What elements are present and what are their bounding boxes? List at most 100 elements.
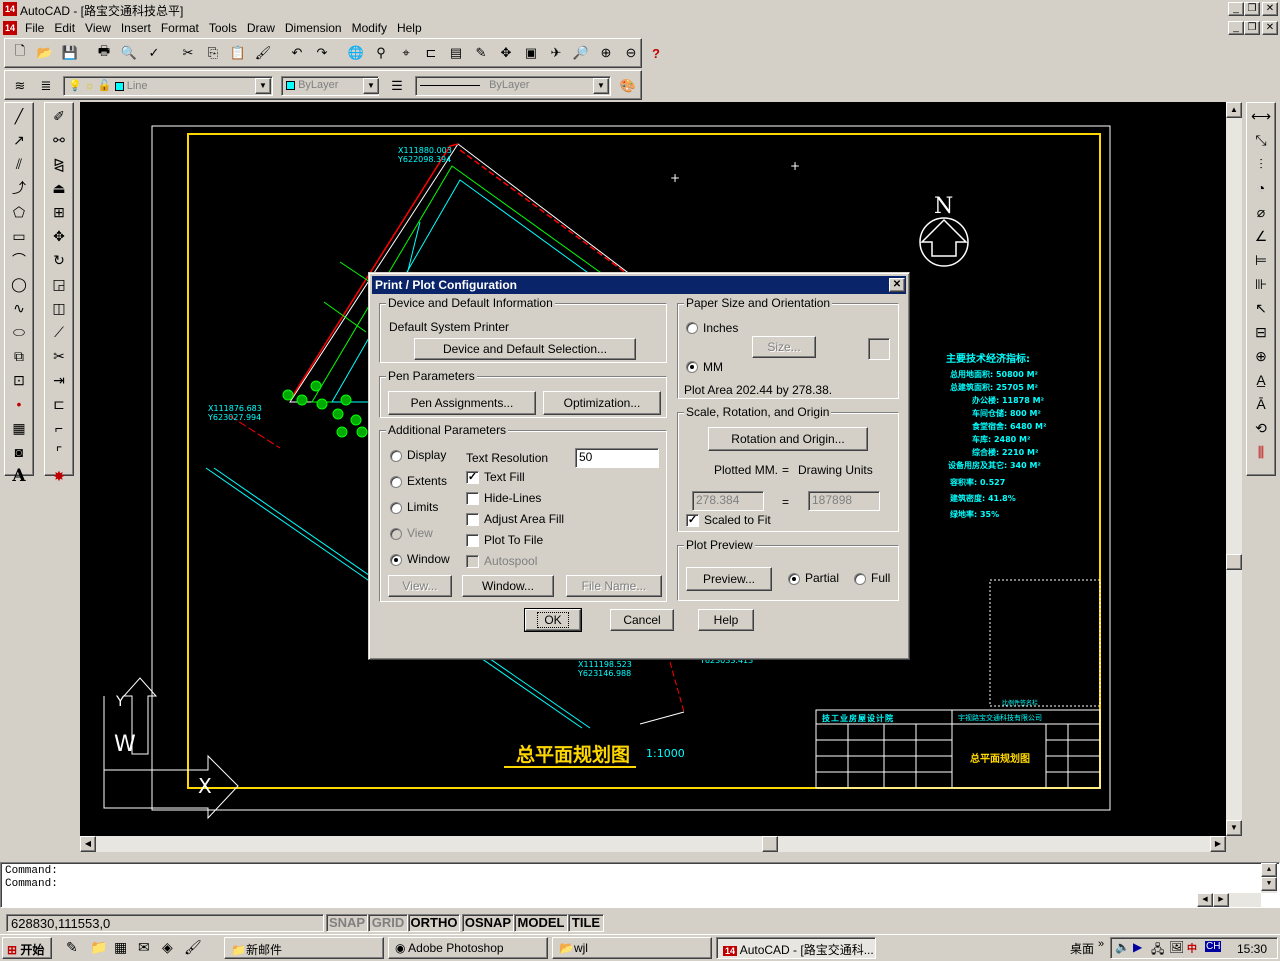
trim-icon[interactable]: ✂ (47, 344, 71, 368)
color-combo-arrow-icon[interactable]: ▼ (363, 78, 379, 94)
explorer-icon[interactable]: 📁 (90, 939, 107, 956)
rotation-origin-button[interactable]: Rotation and Origin... (708, 427, 868, 451)
explode-icon[interactable]: ✸ (47, 464, 71, 488)
menu-modify[interactable]: Modify (347, 18, 392, 38)
doc-close-icon[interactable]: ✕ (1262, 21, 1278, 35)
outlook-icon[interactable]: ✉ (138, 939, 150, 956)
dimension-update-icon[interactable]: ⟲ (1249, 416, 1273, 440)
ellipse-icon[interactable]: ⬭ (7, 320, 31, 344)
inquiry-icon[interactable]: ▤ (445, 42, 467, 64)
ucs-icon[interactable]: ⊏ (420, 42, 442, 64)
menu-format[interactable]: Format (156, 18, 204, 38)
toolbar-chevron-icon[interactable]: » (1098, 938, 1104, 950)
minimize-icon[interactable]: _ (1228, 2, 1244, 16)
fillet-icon[interactable]: ⌜ (47, 440, 71, 464)
menu-file[interactable]: File (20, 18, 49, 38)
pen-assignments-button[interactable]: Pen Assignments... (388, 391, 536, 415)
center-mark-icon[interactable]: ⊕ (1249, 344, 1273, 368)
rectangle-icon[interactable]: ▭ (7, 224, 31, 248)
desktop-icon[interactable]: ▦ (114, 939, 127, 956)
tray-app-icon[interactable]: 🖼 (1169, 940, 1184, 954)
menu-view[interactable]: View (80, 18, 116, 38)
construction-line-icon[interactable]: ↗ (7, 128, 31, 152)
erase-icon[interactable]: ✐ (47, 104, 71, 128)
circle-icon[interactable]: ◯ (7, 272, 31, 296)
layers-icon[interactable]: ≣ (35, 75, 57, 97)
radio-window[interactable] (390, 554, 402, 566)
polygon-icon[interactable]: ⬠ (7, 200, 31, 224)
check-plot-to-file[interactable] (466, 534, 479, 547)
snap-toggle[interactable]: SNAP (326, 914, 368, 932)
dimension-style-icon[interactable]: ⫼ (1249, 440, 1273, 464)
volume-icon[interactable]: 🔈 (1115, 940, 1130, 954)
continue-dimension-icon[interactable]: ⊪ (1249, 272, 1273, 296)
save-icon[interactable]: 💾 (59, 42, 81, 64)
window-button[interactable]: Window... (462, 575, 554, 597)
dialog-close-icon[interactable]: ✕ (889, 278, 905, 292)
network-icon[interactable]: 🖧 (1151, 940, 1164, 961)
osnap-toggle[interactable]: OSNAP (462, 914, 514, 932)
new-icon[interactable]: 🗋 (9, 42, 31, 64)
leader-icon[interactable]: ↖ (1249, 296, 1273, 320)
move-icon[interactable]: ✥ (47, 224, 71, 248)
linear-dimension-icon[interactable]: ⟷ (1249, 104, 1273, 128)
task-new-mail[interactable]: 📁新邮件 (224, 937, 384, 959)
menu-edit[interactable]: Edit (49, 18, 80, 38)
arc-icon[interactable]: ⌒ (7, 248, 31, 272)
text-resolution-input[interactable]: 50 (575, 448, 659, 468)
aerial-view-icon[interactable]: ✈ (545, 42, 567, 64)
dimension-text-edit-icon[interactable]: Ā (1249, 392, 1273, 416)
device-selection-button[interactable]: Device and Default Selection... (414, 338, 636, 360)
menu-draw[interactable]: Draw (242, 18, 280, 38)
scroll-up-icon[interactable]: ▲ (1226, 102, 1242, 118)
command-scrollbar[interactable]: ▲ ▼ (1261, 863, 1277, 893)
command-scroll-right-icon[interactable]: ▶ (1213, 893, 1229, 907)
language-indicator[interactable]: CH (1205, 941, 1222, 952)
redraw-icon[interactable]: ✎ (470, 42, 492, 64)
layer-combo-arrow-icon[interactable]: ▼ (255, 78, 271, 94)
task-photoshop[interactable]: ◉ Adobe Photoshop (388, 937, 548, 959)
close-icon[interactable]: ✕ (1262, 2, 1278, 16)
menu-insert[interactable]: Insert (116, 18, 156, 38)
chamfer-icon[interactable]: ⌐ (47, 416, 71, 440)
array-icon[interactable]: ⊞ (47, 200, 71, 224)
help-icon[interactable]: ? (645, 42, 667, 64)
make-layer-current-icon[interactable]: ≋ (9, 75, 31, 97)
redo-icon[interactable]: ↷ (311, 42, 333, 64)
zoom-realtime-icon[interactable]: 🔎 (570, 42, 592, 64)
ime-icon[interactable]: 中 (1187, 940, 1197, 955)
copy-icon[interactable]: ⎘ (202, 42, 224, 64)
restore-icon[interactable]: ❐ (1244, 2, 1260, 16)
ok-button[interactable]: OK (524, 608, 582, 632)
layer-combo[interactable]: 💡 ☼ 🔓 Line (63, 76, 273, 96)
autocad-app-icon[interactable]: 14 (3, 2, 17, 16)
menu-dimension[interactable]: Dimension (280, 18, 347, 38)
copy-object-icon[interactable]: ⚯ (47, 128, 71, 152)
cut-icon[interactable]: ✂ (177, 42, 199, 64)
desktop-toolbar-label[interactable]: 桌面 (1070, 940, 1094, 957)
pan-icon[interactable]: ✥ (495, 42, 517, 64)
menu-tools[interactable]: Tools (204, 18, 242, 38)
command-window[interactable]: Command: Command: ▲ ▼ ◀ ▶ (0, 862, 1280, 908)
task-wjl[interactable]: 📂wjl (552, 937, 712, 959)
hatch-icon[interactable]: ▦ (7, 416, 31, 440)
media-icon[interactable]: ▶ (1133, 940, 1142, 954)
document-icon[interactable]: 14 (3, 21, 17, 35)
open-icon[interactable]: 📂 (34, 42, 56, 64)
quick-launch-icon[interactable]: ◈ (162, 939, 173, 956)
properties-icon[interactable]: 🎨 (617, 75, 639, 97)
radio-partial[interactable] (788, 573, 800, 585)
command-scroll-up-icon[interactable]: ▲ (1261, 863, 1277, 877)
spelling-icon[interactable]: ✓ (143, 42, 165, 64)
preview-button[interactable]: Preview... (686, 567, 772, 591)
stretch-icon[interactable]: ◫ (47, 296, 71, 320)
radio-limits[interactable] (390, 502, 402, 514)
vertical-scrollbar[interactable]: ▲ ▼ (1226, 102, 1242, 836)
doc-restore-icon[interactable]: ❐ (1244, 21, 1260, 35)
start-button[interactable]: ⊞ 开始 (2, 937, 52, 959)
match-properties-icon[interactable]: 🖌 (252, 42, 274, 64)
extend-icon[interactable]: ⇥ (47, 368, 71, 392)
scroll-down-icon[interactable]: ▼ (1226, 820, 1242, 836)
model-toggle[interactable]: MODEL (514, 914, 568, 932)
tolerance-icon[interactable]: ⊟ (1249, 320, 1273, 344)
